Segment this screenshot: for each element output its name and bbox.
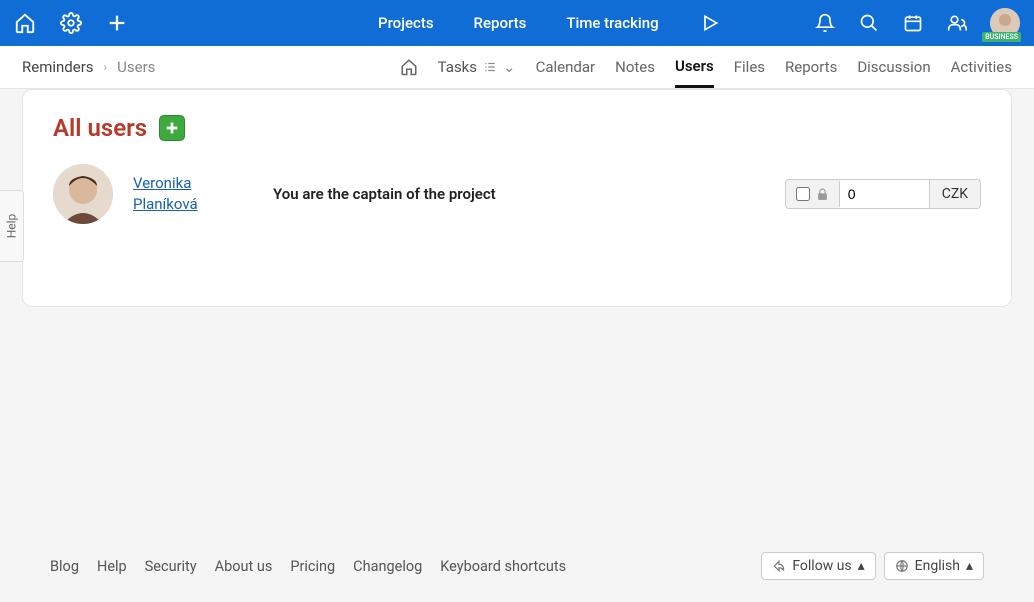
tab-notes[interactable]: Notes bbox=[615, 48, 655, 86]
home-small-icon[interactable] bbox=[400, 58, 418, 76]
breadcrumb-parent[interactable]: Reminders bbox=[22, 58, 94, 76]
calendar-icon[interactable] bbox=[902, 12, 924, 34]
top-nav: Projects Reports Time tracking bbox=[378, 12, 721, 34]
language-label: English bbox=[915, 558, 960, 574]
gear-icon[interactable] bbox=[60, 12, 82, 34]
play-icon[interactable] bbox=[699, 12, 721, 34]
footer-blog[interactable]: Blog bbox=[50, 558, 79, 575]
tab-tasks-label: Tasks bbox=[438, 58, 477, 76]
nav-projects[interactable]: Projects bbox=[378, 14, 434, 32]
caret-up-icon: ▴ bbox=[858, 558, 865, 574]
tab-tasks[interactable]: Tasks ⌄ bbox=[438, 58, 516, 76]
globe-icon bbox=[895, 559, 909, 573]
page-title-row: All users bbox=[53, 114, 981, 142]
users-card: All users Veronika Planíková You are the… bbox=[22, 89, 1012, 307]
top-bar-right: BUSINESS bbox=[814, 8, 1020, 38]
content-area: All users Veronika Planíková You are the… bbox=[0, 89, 1034, 329]
top-bar: Projects Reports Time tracking BUSINESS bbox=[0, 0, 1034, 46]
tab-discussion[interactable]: Discussion bbox=[857, 48, 930, 86]
footer-shortcuts[interactable]: Keyboard shortcuts bbox=[440, 558, 566, 575]
sub-nav: Reminders › Users Tasks ⌄ Calendar Notes… bbox=[0, 46, 1034, 89]
top-bar-left bbox=[14, 12, 128, 34]
plus-icon[interactable] bbox=[106, 12, 128, 34]
tab-users[interactable]: Users bbox=[675, 47, 714, 88]
add-user-button[interactable] bbox=[159, 115, 185, 141]
tab-activities[interactable]: Activities bbox=[951, 48, 1012, 86]
footer: Blog Help Security About us Pricing Chan… bbox=[0, 552, 1034, 580]
sub-tabs: Tasks ⌄ Calendar Notes Users Files Repor… bbox=[400, 47, 1012, 88]
chevron-right-icon: › bbox=[104, 60, 108, 74]
user-name-link[interactable]: Veronika Planíková bbox=[133, 173, 243, 215]
bell-icon[interactable] bbox=[814, 12, 836, 34]
follow-us-button[interactable]: Follow us ▴ bbox=[761, 552, 875, 580]
captain-text: You are the captain of the project bbox=[273, 185, 765, 203]
business-badge: BUSINESS bbox=[982, 32, 1021, 42]
rate-box: CZK bbox=[785, 179, 981, 209]
help-side-label: Help bbox=[5, 214, 19, 239]
rate-input[interactable] bbox=[840, 180, 930, 208]
tab-files[interactable]: Files bbox=[734, 48, 765, 86]
user-row: Veronika Planíková You are the captain o… bbox=[53, 164, 981, 224]
lock-icon bbox=[816, 188, 829, 201]
user-avatar-large[interactable] bbox=[53, 164, 113, 224]
rate-left bbox=[786, 181, 840, 207]
footer-right: Follow us ▴ English ▴ bbox=[761, 552, 984, 580]
nav-reports[interactable]: Reports bbox=[474, 14, 527, 32]
share-icon bbox=[772, 559, 786, 573]
rate-checkbox[interactable] bbox=[796, 187, 810, 201]
home-icon[interactable] bbox=[14, 12, 36, 34]
avatar-wrapper[interactable]: BUSINESS bbox=[990, 8, 1020, 38]
footer-help[interactable]: Help bbox=[97, 558, 127, 575]
language-button[interactable]: English ▴ bbox=[884, 552, 984, 580]
caret-up-icon: ▴ bbox=[966, 558, 973, 574]
follow-us-label: Follow us bbox=[792, 558, 851, 574]
help-side-tab[interactable]: Help bbox=[0, 190, 24, 262]
page-title: All users bbox=[53, 114, 147, 142]
footer-changelog[interactable]: Changelog bbox=[353, 558, 422, 575]
footer-links: Blog Help Security About us Pricing Chan… bbox=[50, 558, 566, 575]
people-icon[interactable] bbox=[946, 12, 968, 34]
footer-pricing[interactable]: Pricing bbox=[290, 558, 335, 575]
tab-reports[interactable]: Reports bbox=[785, 48, 837, 86]
currency-label[interactable]: CZK bbox=[930, 180, 980, 208]
tab-calendar[interactable]: Calendar bbox=[536, 48, 596, 86]
search-icon[interactable] bbox=[858, 12, 880, 34]
list-icon bbox=[483, 60, 497, 74]
breadcrumb: Reminders › Users bbox=[22, 58, 155, 76]
footer-security[interactable]: Security bbox=[145, 558, 197, 575]
footer-about[interactable]: About us bbox=[215, 558, 273, 575]
breadcrumb-current: Users bbox=[117, 58, 155, 76]
nav-time-tracking[interactable]: Time tracking bbox=[566, 14, 658, 32]
chevron-down-icon[interactable]: ⌄ bbox=[503, 58, 516, 76]
